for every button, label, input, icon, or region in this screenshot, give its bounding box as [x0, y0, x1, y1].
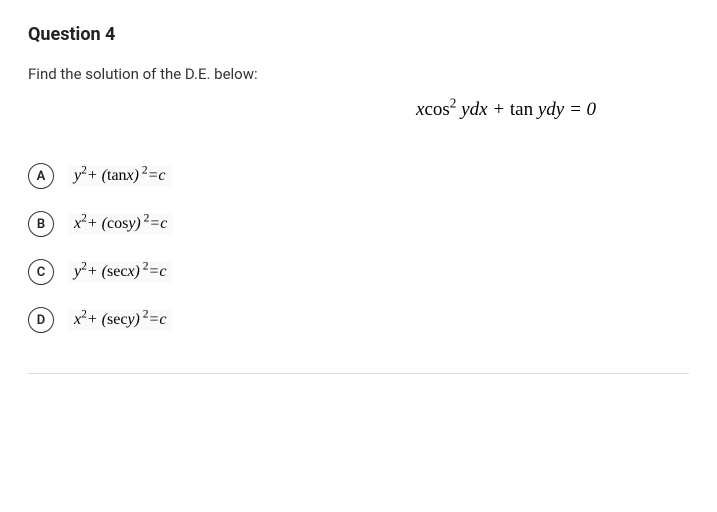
question-title: Question 4	[28, 24, 689, 45]
option-c[interactable]: C y2+ (secx) 2=c	[28, 259, 689, 285]
option-math: y2+ (tanx) 2=c	[68, 165, 172, 187]
option-a[interactable]: A y2+ (tanx) 2=c	[28, 163, 689, 189]
option-d[interactable]: D x2+ (secy) 2=c	[28, 307, 689, 333]
option-bubble[interactable]: C	[28, 259, 54, 285]
option-math: x2+ (cosy) 2=c	[68, 213, 173, 235]
equation-row: xcos2 ydx + tan ydy = 0	[28, 95, 689, 125]
question-prompt: Find the solution of the D.E. below:	[28, 65, 689, 83]
option-bubble[interactable]: D	[28, 307, 54, 333]
divider	[28, 373, 689, 374]
option-b[interactable]: B x2+ (cosy) 2=c	[28, 211, 689, 237]
differential-equation: xcos2 ydx + tan ydy = 0	[408, 95, 604, 125]
option-math: x2+ (secy) 2=c	[68, 309, 172, 331]
option-bubble[interactable]: A	[28, 163, 54, 189]
option-bubble[interactable]: B	[28, 211, 54, 237]
option-math: y2+ (secx) 2=c	[68, 261, 172, 283]
options-list: A y2+ (tanx) 2=c B x2+ (cosy) 2=c C y2+ …	[28, 163, 689, 333]
